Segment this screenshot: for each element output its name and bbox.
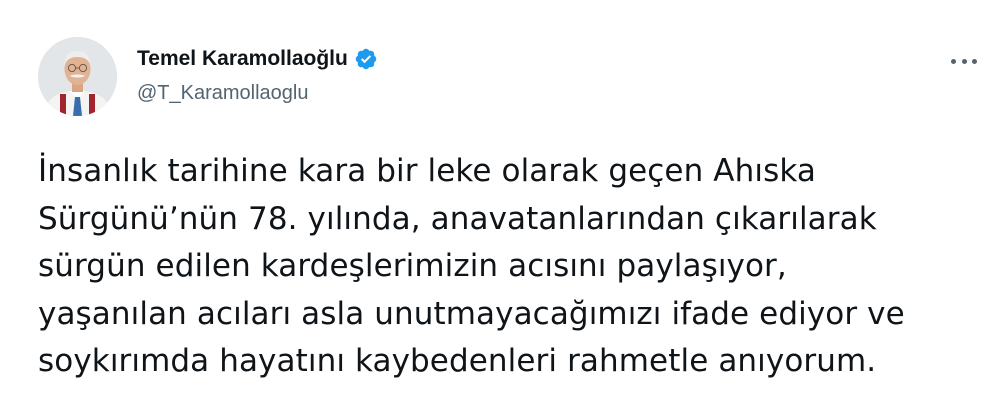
author-avatar[interactable]: [38, 37, 117, 116]
more-dot: [972, 58, 977, 64]
tweet-card: Temel Karamollaoğlu @T_Karamollaoglu İns…: [0, 0, 1007, 410]
more-dot: [951, 58, 956, 64]
profile-photo-icon: [38, 37, 117, 116]
more-dot: [961, 58, 967, 64]
tweet-text: İnsanlık tarihine kara bir leke olarak g…: [38, 153, 905, 379]
author-info: Temel Karamollaoğlu @T_Karamollaoglu: [137, 45, 378, 106]
more-options-icon[interactable]: [951, 50, 977, 72]
verified-badge-icon: [354, 47, 378, 71]
author-handle[interactable]: @T_Karamollaoglu: [137, 80, 378, 106]
author-display-name[interactable]: Temel Karamollaoğlu: [137, 45, 348, 73]
name-row: Temel Karamollaoğlu: [137, 45, 378, 73]
